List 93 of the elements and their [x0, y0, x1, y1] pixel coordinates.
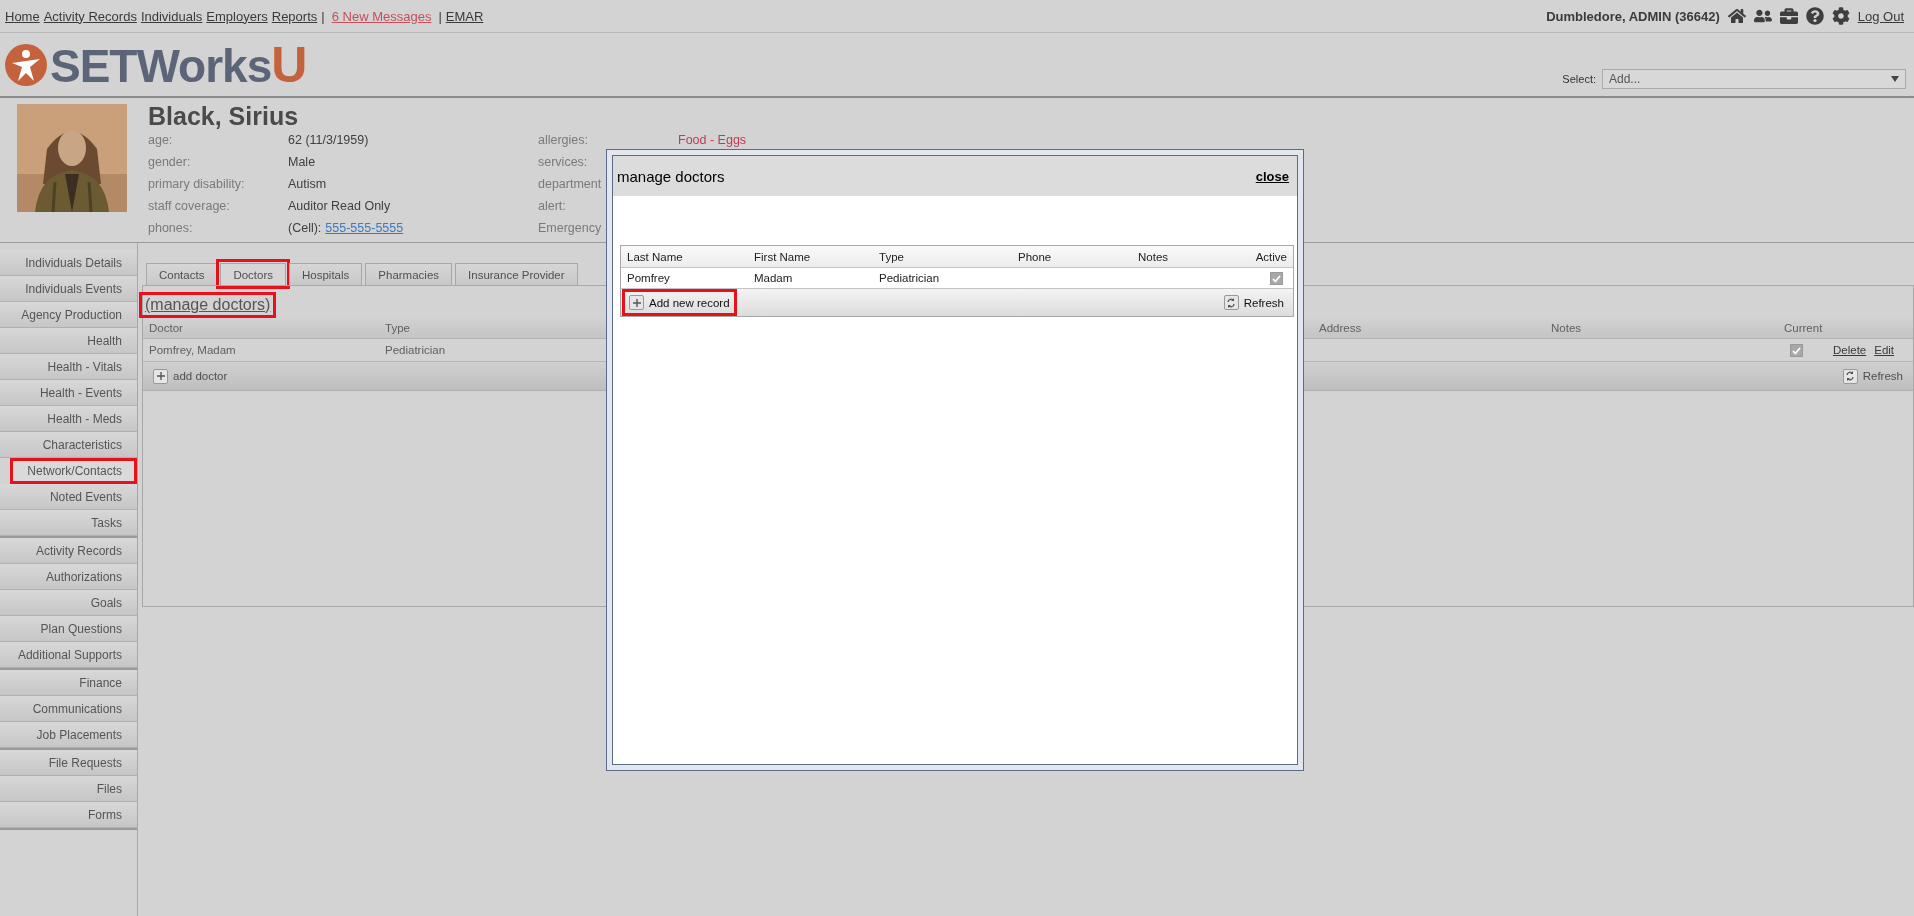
field-value: 62 (11/3/1959)	[288, 133, 369, 147]
tab[interactable]: Hospitals	[289, 263, 363, 285]
field-label: allergies:	[538, 133, 589, 147]
column-header: Current	[1784, 322, 1824, 334]
column-header: Active	[1255, 250, 1288, 263]
sidebar-item[interactable]: Individuals Details	[0, 250, 137, 276]
sidebar-item[interactable]: Activity Records	[0, 538, 137, 564]
people-icon[interactable]	[1753, 7, 1772, 25]
sidebar-item[interactable]: Authorizations	[0, 564, 137, 590]
column-header: First Name	[754, 250, 812, 263]
field-label: age:	[148, 133, 173, 147]
column-header: Address	[1319, 322, 1363, 334]
briefcase-icon[interactable]	[1779, 7, 1798, 25]
separator-text: |	[321, 8, 325, 24]
column-header: Type	[879, 250, 905, 263]
sidebar-item[interactable]: Communications	[0, 696, 137, 722]
sidebar-item[interactable]: Individuals Events	[0, 276, 137, 302]
separator-text: |	[438, 8, 442, 24]
home-icon[interactable]	[1727, 7, 1746, 25]
table-cell-text: Pomfrey	[627, 272, 671, 284]
user-name: Dumbledore, ADMIN (36642)	[1546, 8, 1720, 24]
sidebar-item[interactable]: Additional Supports	[0, 642, 137, 668]
tab[interactable]: Pharmacies	[365, 263, 453, 285]
refresh-icon	[1223, 295, 1239, 310]
sidebar-item[interactable]: Forms	[0, 802, 137, 828]
sidebar-item[interactable]: Finance	[0, 670, 137, 696]
nav-link[interactable]: Activity Records	[43, 8, 137, 24]
field-label: department	[538, 177, 602, 191]
action-link[interactable]: Edit	[1874, 344, 1895, 356]
sidebar-item[interactable]: Plan Questions	[0, 616, 137, 642]
sidebar-item[interactable]: Health - Meds	[0, 406, 137, 432]
sidebar-item[interactable]: Files	[0, 776, 137, 802]
field-value: Autism	[288, 177, 327, 191]
individual-name: Black, Sirius	[148, 104, 300, 129]
tab[interactable]: Insurance Provider	[455, 263, 578, 285]
column-header: Notes	[1551, 322, 1583, 334]
field-label: phones:	[148, 221, 193, 235]
field-value: (Cell):	[288, 221, 322, 235]
plus-icon	[629, 295, 644, 310]
nav-link[interactable]: Employers	[206, 8, 268, 24]
nav-link[interactable]: Home	[5, 8, 40, 24]
column-header: Notes	[1138, 250, 1170, 263]
field-label: primary disability:	[148, 177, 245, 191]
settings-icon[interactable]	[1831, 7, 1850, 25]
sidebar-item[interactable]: File Requests	[0, 750, 137, 776]
logout-link[interactable]: Log Out	[1857, 8, 1904, 24]
sidebar-item[interactable]: Noted Events	[0, 484, 137, 510]
add-select[interactable]: Add...	[1602, 69, 1906, 89]
field-value: Auditor Read Only	[288, 199, 391, 213]
column-header: Last Name	[627, 250, 684, 263]
modal-title: manage doctors	[617, 167, 725, 185]
field-label: alert:	[538, 199, 566, 213]
sidebar-item[interactable]: Job Placements	[0, 722, 137, 748]
field-label: gender:	[148, 155, 191, 169]
table-cell-text: Madam	[754, 272, 794, 284]
action-link[interactable]: Delete	[1833, 344, 1867, 356]
column-header: Type	[385, 322, 411, 334]
close-link[interactable]: close	[1255, 168, 1289, 184]
select-label: Select:	[1562, 73, 1596, 85]
refresh-button[interactable]: Refresh	[1838, 366, 1907, 386]
add-record-button[interactable]: Add new record	[626, 293, 733, 312]
field-label: Emergency	[538, 221, 602, 235]
help-icon[interactable]	[1805, 7, 1824, 25]
sidebar-item[interactable]: Agency Production	[0, 302, 137, 328]
column-header: Phone	[1018, 250, 1053, 263]
nav-link[interactable]: Individuals	[140, 8, 203, 24]
field-label: staff coverage:	[148, 199, 230, 213]
allergy-value: Food - Eggs	[678, 133, 747, 147]
table-cell-text: Pediatrician	[879, 272, 941, 284]
messages-link[interactable]: 6 New Messages	[331, 8, 432, 24]
refresh-button[interactable]: Refresh	[1220, 293, 1287, 312]
table-cell-text: Pomfrey, Madam	[149, 344, 237, 356]
phone-link[interactable]: 555-555-5555	[325, 221, 404, 235]
tab[interactable]: Contacts	[146, 263, 218, 285]
sidebar-item[interactable]: Health - Vitals	[0, 354, 137, 380]
sidebar-item[interactable]: Characteristics	[0, 432, 137, 458]
field-value: Male	[288, 155, 316, 169]
sidebar-item[interactable]: Goals	[0, 590, 137, 616]
field-label: services:	[538, 155, 588, 169]
logo-text: SETWorksU	[50, 35, 307, 94]
refresh-icon	[1842, 368, 1858, 384]
nav-link[interactable]: EMAR	[445, 8, 484, 24]
sidebar-item[interactable]: Tasks	[0, 510, 137, 536]
sidebar-item[interactable]: Network/Contacts	[10, 458, 137, 484]
table-cell-text: Pediatrician	[385, 344, 447, 356]
plus-icon	[153, 368, 168, 384]
nav-link[interactable]: Reports	[271, 8, 318, 24]
sidebar-item[interactable]: Health - Events	[0, 380, 137, 406]
logo-icon	[4, 42, 48, 87]
column-header: Doctor	[149, 322, 184, 334]
sidebar-item[interactable]: Health	[0, 328, 137, 354]
add-doctor-button[interactable]: add doctor	[149, 366, 232, 386]
caret-icon	[1891, 76, 1899, 82]
